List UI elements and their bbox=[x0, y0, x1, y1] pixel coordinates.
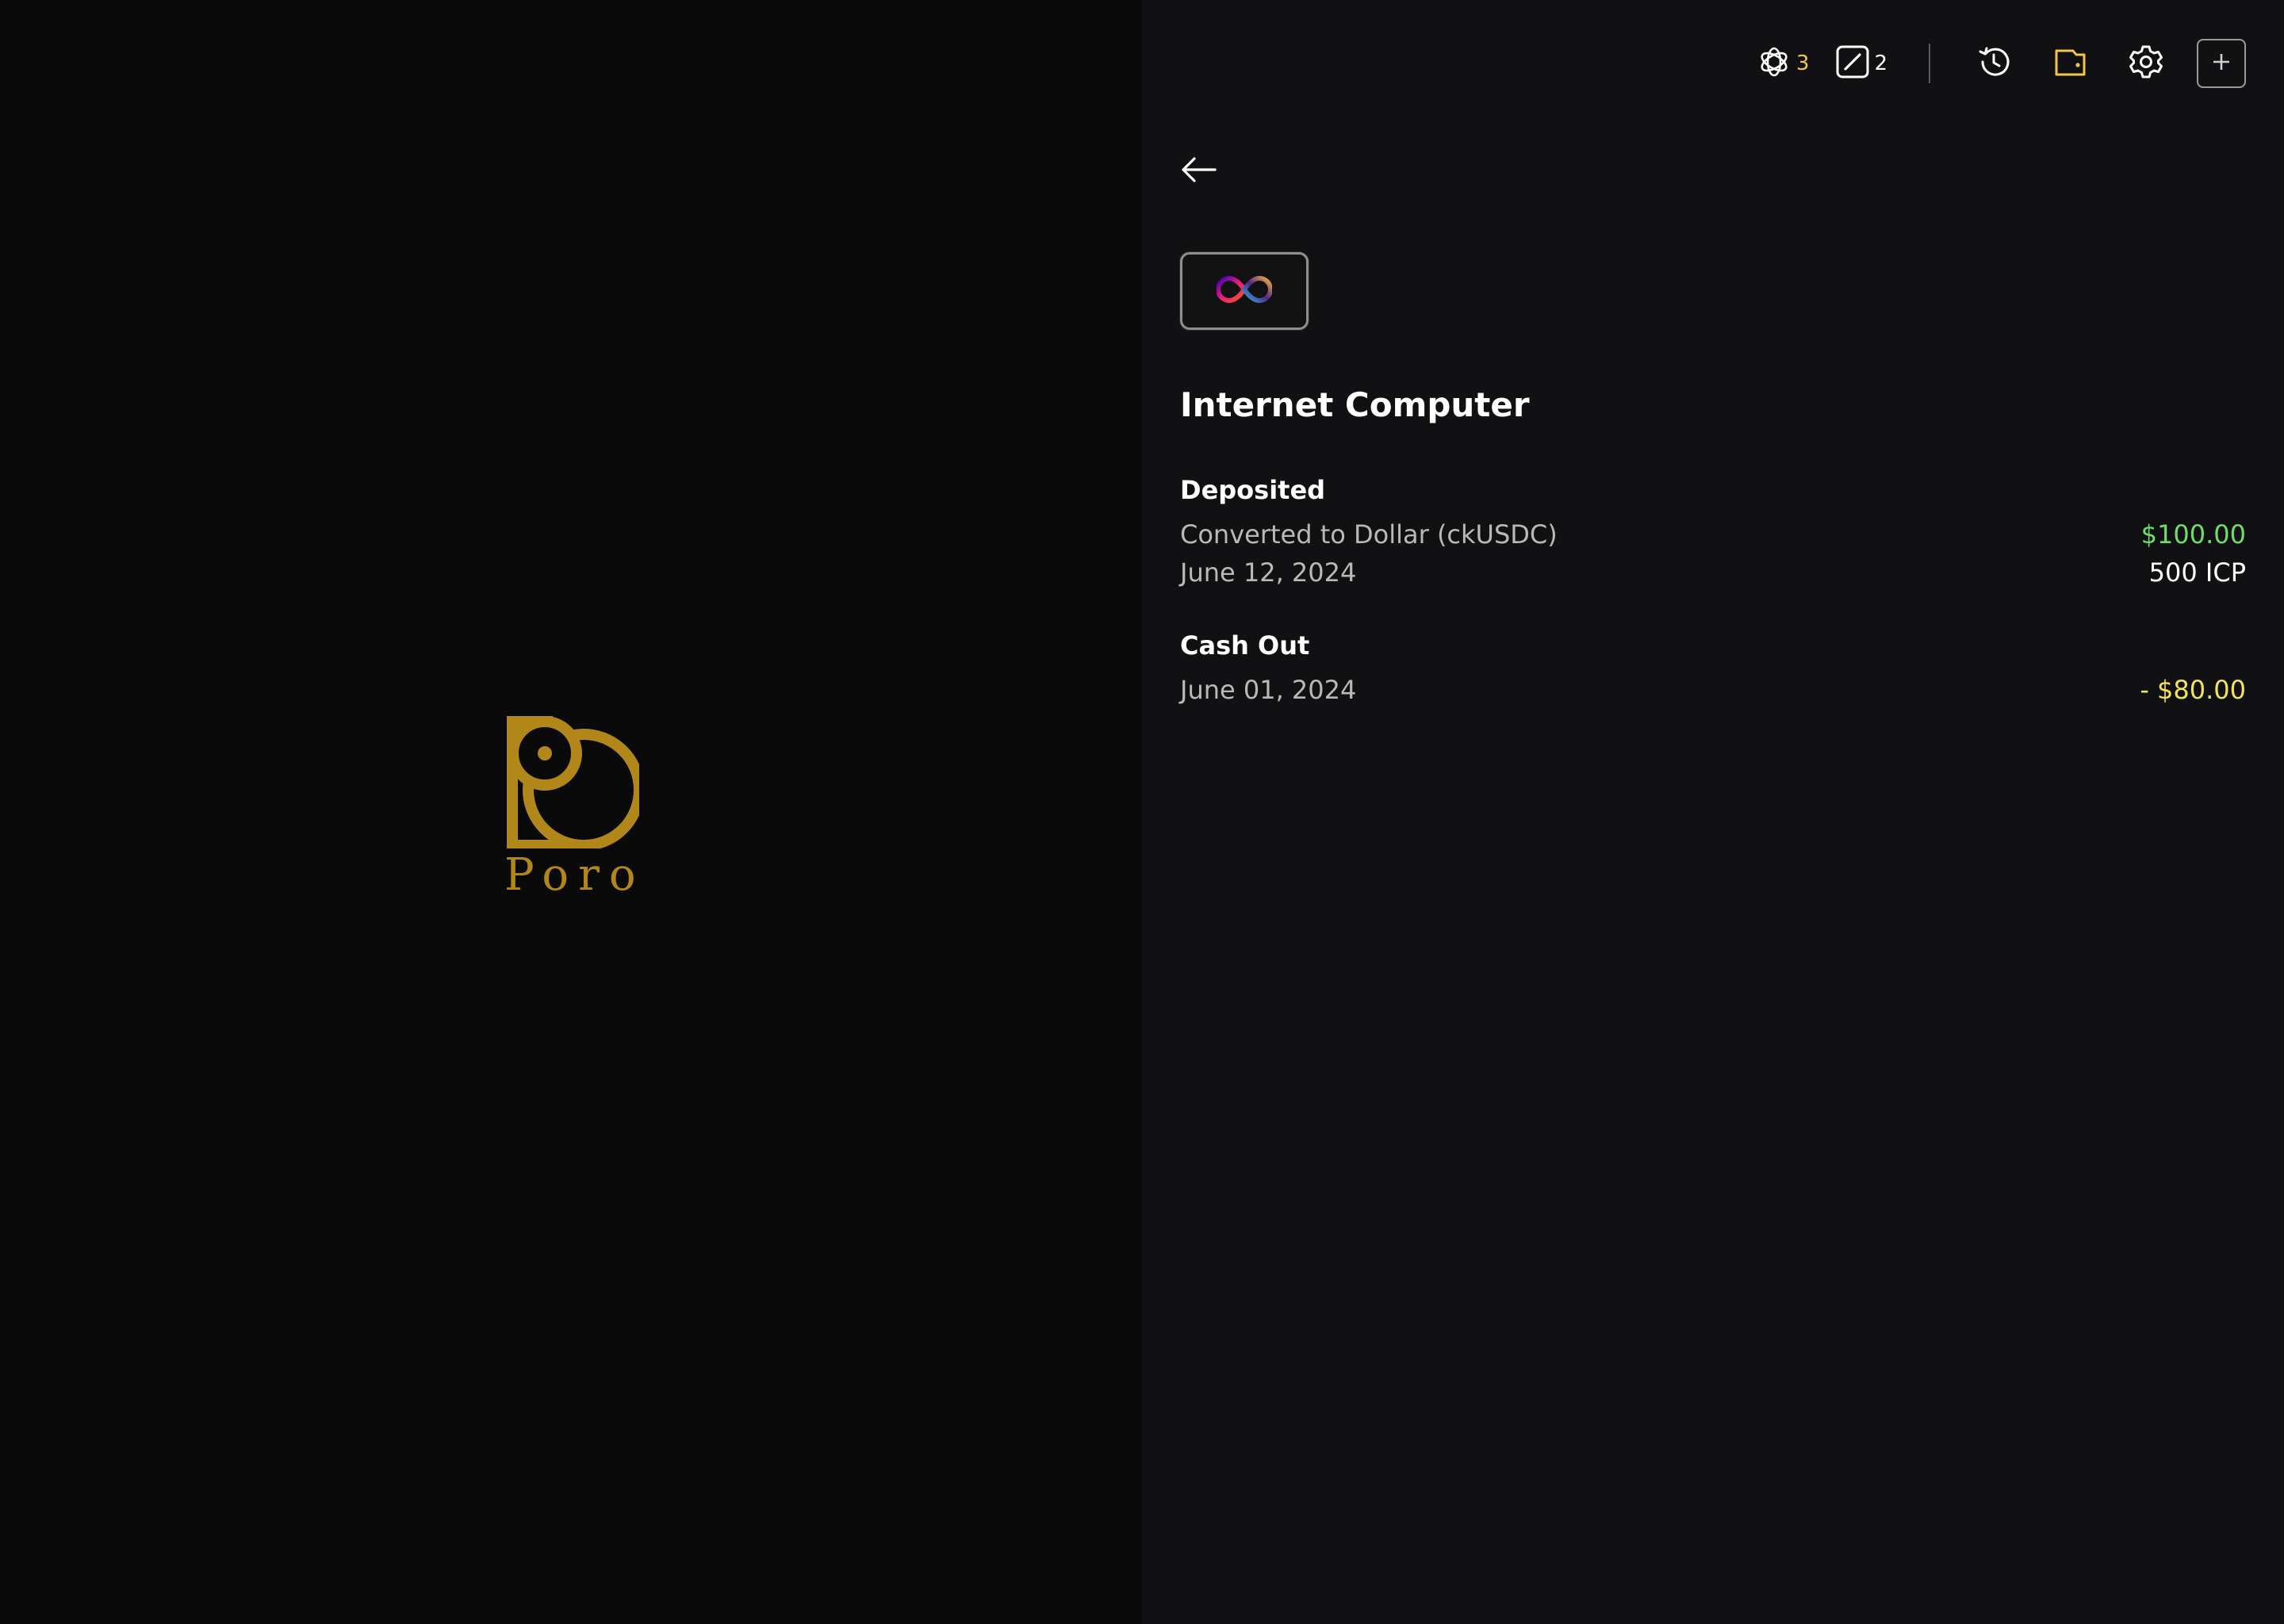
arrow-left-icon bbox=[1180, 157, 1218, 189]
transaction-title: Deposited bbox=[1180, 475, 1326, 505]
back-button[interactable] bbox=[1180, 154, 1218, 186]
transaction-row: June 01, 2024 - $80.00 bbox=[1180, 671, 2246, 709]
wallet-icon bbox=[2052, 44, 2087, 82]
transaction-amount: - $80.00 bbox=[2140, 675, 2246, 705]
openai-icon bbox=[1757, 44, 1792, 82]
top-toolbar: 3 2 bbox=[1757, 38, 2246, 89]
token-icon-card bbox=[1180, 252, 1309, 330]
wallet-button[interactable] bbox=[2044, 38, 2095, 89]
transaction-title: Cash Out bbox=[1180, 630, 1310, 661]
token-detail-panel: 3 2 Internet Computer Deposited Converte… bbox=[1142, 0, 2284, 1624]
ai-credits-badge[interactable]: 3 bbox=[1757, 38, 1810, 89]
edit-square-icon bbox=[1836, 45, 1869, 82]
history-button[interactable] bbox=[1968, 38, 2019, 89]
icp-infinity-logo bbox=[1216, 274, 1273, 308]
poro-logo-mark bbox=[507, 716, 639, 848]
edit-credits-count: 2 bbox=[1874, 52, 1887, 75]
token-name: Internet Computer bbox=[1180, 385, 1530, 424]
add-button[interactable] bbox=[2197, 39, 2246, 88]
brand-panel: Poro bbox=[0, 0, 1142, 1624]
transaction-token-amount: 500 ICP bbox=[2148, 557, 2246, 588]
transaction-description: Converted to Dollar (ckUSDC) bbox=[1180, 519, 1558, 550]
transaction-date: June 12, 2024 bbox=[1180, 557, 1357, 588]
history-icon bbox=[1976, 44, 2011, 82]
transaction-item[interactable]: Cash Out June 01, 2024 - $80.00 bbox=[1180, 633, 2246, 709]
gear-icon bbox=[2128, 44, 2164, 83]
ai-credits-count: 3 bbox=[1795, 52, 1810, 75]
transaction-item[interactable]: Deposited Converted to Dollar (ckUSDC) $… bbox=[1180, 477, 2246, 592]
transaction-row: Converted to Dollar (ckUSDC) $100.00 bbox=[1180, 515, 2246, 553]
toolbar-divider bbox=[1929, 44, 1930, 83]
brand-wordmark: Poro bbox=[504, 849, 646, 901]
transaction-amount: $100.00 bbox=[2140, 519, 2246, 550]
edit-credits-badge[interactable]: 2 bbox=[1836, 38, 1887, 89]
transaction-row: June 12, 2024 500 ICP bbox=[1180, 553, 2246, 592]
plus-icon bbox=[2211, 52, 2232, 75]
poro-logo: Poro bbox=[504, 714, 639, 898]
settings-button[interactable] bbox=[2121, 38, 2171, 89]
transaction-date: June 01, 2024 bbox=[1180, 675, 1357, 705]
